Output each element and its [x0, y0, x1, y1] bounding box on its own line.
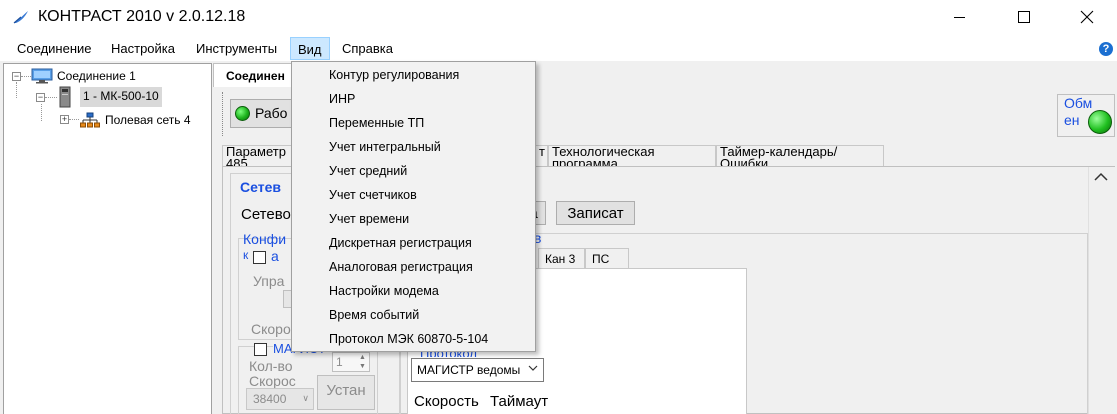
menu-item-inr[interactable]: ИНР	[329, 92, 355, 106]
expand-icon[interactable]: +	[60, 115, 69, 124]
scroll-up-icon[interactable]	[1092, 170, 1110, 186]
window-title: КОНТРАСТ 2010 v 2.0.12.18	[38, 8, 246, 25]
menu-settings[interactable]: Настройка	[111, 41, 175, 56]
connection-tree: − Соединение 1 − 1 - МК-500-10 + Полевая	[3, 63, 212, 414]
network-group-title: Сетев	[240, 179, 281, 195]
menu-item-iec-104[interactable]: Протокол МЭК 60870-5-104	[329, 332, 488, 346]
minimize-icon	[954, 17, 965, 18]
menu-item-event-time[interactable]: Время событий	[329, 308, 419, 322]
menu-item-time-accounting[interactable]: Учет времени	[329, 212, 409, 226]
chevron-down-icon	[528, 364, 538, 375]
tab-ps[interactable]: ПС	[585, 248, 629, 268]
config-label-2: к	[243, 248, 249, 262]
vertical-scrollbar[interactable]	[1088, 167, 1115, 414]
menu-item-tp-variables[interactable]: Переменные ТП	[329, 116, 424, 130]
collapse-icon[interactable]: −	[12, 72, 21, 81]
protocol-value: МАГИСТР ведомы	[417, 363, 521, 377]
tree-item-connection[interactable]: Соединение 1	[57, 69, 136, 83]
set-button[interactable]: Устан	[317, 375, 375, 410]
close-button[interactable]	[1060, 0, 1106, 36]
menu-item-control-loop[interactable]: Контур регулирования	[329, 68, 459, 82]
count-value: 1	[336, 355, 343, 369]
menu-item-discrete-logging[interactable]: Дискретная регистрация	[329, 236, 472, 250]
minimize-button[interactable]	[943, 0, 989, 36]
protocol-select[interactable]: МАГИСТР ведомы	[411, 358, 544, 382]
speed-label: Скоро	[251, 321, 291, 337]
speed-label-2: Скорос	[249, 373, 296, 389]
close-icon	[1080, 10, 1094, 24]
spinner-arrows-icon[interactable]: ▲ ▼	[356, 353, 369, 371]
exchange-led-icon	[1088, 110, 1112, 134]
network-icon	[80, 112, 100, 131]
write-button[interactable]: Записат	[556, 201, 635, 225]
control-label: Упра	[253, 273, 285, 289]
work-button-label: Рабо	[255, 105, 288, 121]
speed-select[interactable]: 38400 ∨	[246, 388, 314, 410]
view-menu-dropdown: Контур регулирования ИНР Переменные ТП У…	[291, 61, 536, 352]
tab-partial[interactable]: т	[536, 145, 548, 166]
menu-item-counter-accounting[interactable]: Учет счетчиков	[329, 188, 417, 202]
work-button[interactable]: Рабо	[230, 99, 300, 128]
count-label: Кол-во	[249, 358, 293, 374]
monitor-icon	[31, 68, 53, 87]
master-label: а	[271, 248, 279, 264]
status-led-icon	[235, 106, 250, 121]
master-checkbox[interactable]	[253, 251, 266, 264]
tab-channel-3[interactable]: Кан 3	[538, 248, 585, 268]
network-label: Сетево	[241, 206, 291, 223]
tree-item-network[interactable]: Полевая сеть 4	[105, 113, 191, 127]
menu-gutter	[292, 62, 317, 351]
tab-tech-program[interactable]: Технологическая программа	[548, 145, 716, 166]
maximize-icon	[1018, 11, 1030, 23]
collapse-icon[interactable]: −	[36, 93, 45, 102]
tab-connection[interactable]: Соединен	[213, 63, 303, 87]
menu-help[interactable]: Справка	[342, 41, 393, 56]
menu-item-integral-accounting[interactable]: Учет интегральный	[329, 140, 441, 154]
timeout-label: Таймаут	[490, 393, 549, 410]
title-bar: КОНТРАСТ 2010 v 2.0.12.18	[0, 0, 1117, 36]
maximize-button[interactable]	[1000, 0, 1046, 36]
tree-item-device[interactable]: 1 - МК-500-10	[80, 87, 162, 107]
chevron-down-icon: ∨	[302, 393, 309, 403]
magistr-checkbox[interactable]	[254, 343, 267, 356]
speed-channel-label: Скорость	[414, 393, 479, 410]
menu-item-average-accounting[interactable]: Учет средний	[329, 164, 407, 178]
toolbar-grip[interactable]	[222, 92, 223, 136]
feather-icon	[12, 9, 30, 25]
menu-view[interactable]: Вид	[290, 37, 330, 60]
menu-item-analog-logging[interactable]: Аналоговая регистрация	[329, 260, 473, 274]
config-label: Конфи	[243, 231, 287, 247]
tab-timer-calendar[interactable]: Таймер-календарь/Ошибки	[716, 145, 884, 166]
speed-value: 38400	[253, 392, 287, 406]
menu-item-modem-settings[interactable]: Настройки модема	[329, 284, 439, 298]
menu-connection[interactable]: Соединение	[17, 41, 92, 56]
menu-tools[interactable]: Инструменты	[196, 41, 277, 56]
tab-params-485[interactable]: Параметр 485	[222, 145, 298, 166]
device-icon	[59, 86, 71, 111]
menu-bar: Соединение Настройка Инструменты Вид Спр…	[0, 36, 1117, 61]
help-icon[interactable]: ?	[1099, 42, 1113, 56]
